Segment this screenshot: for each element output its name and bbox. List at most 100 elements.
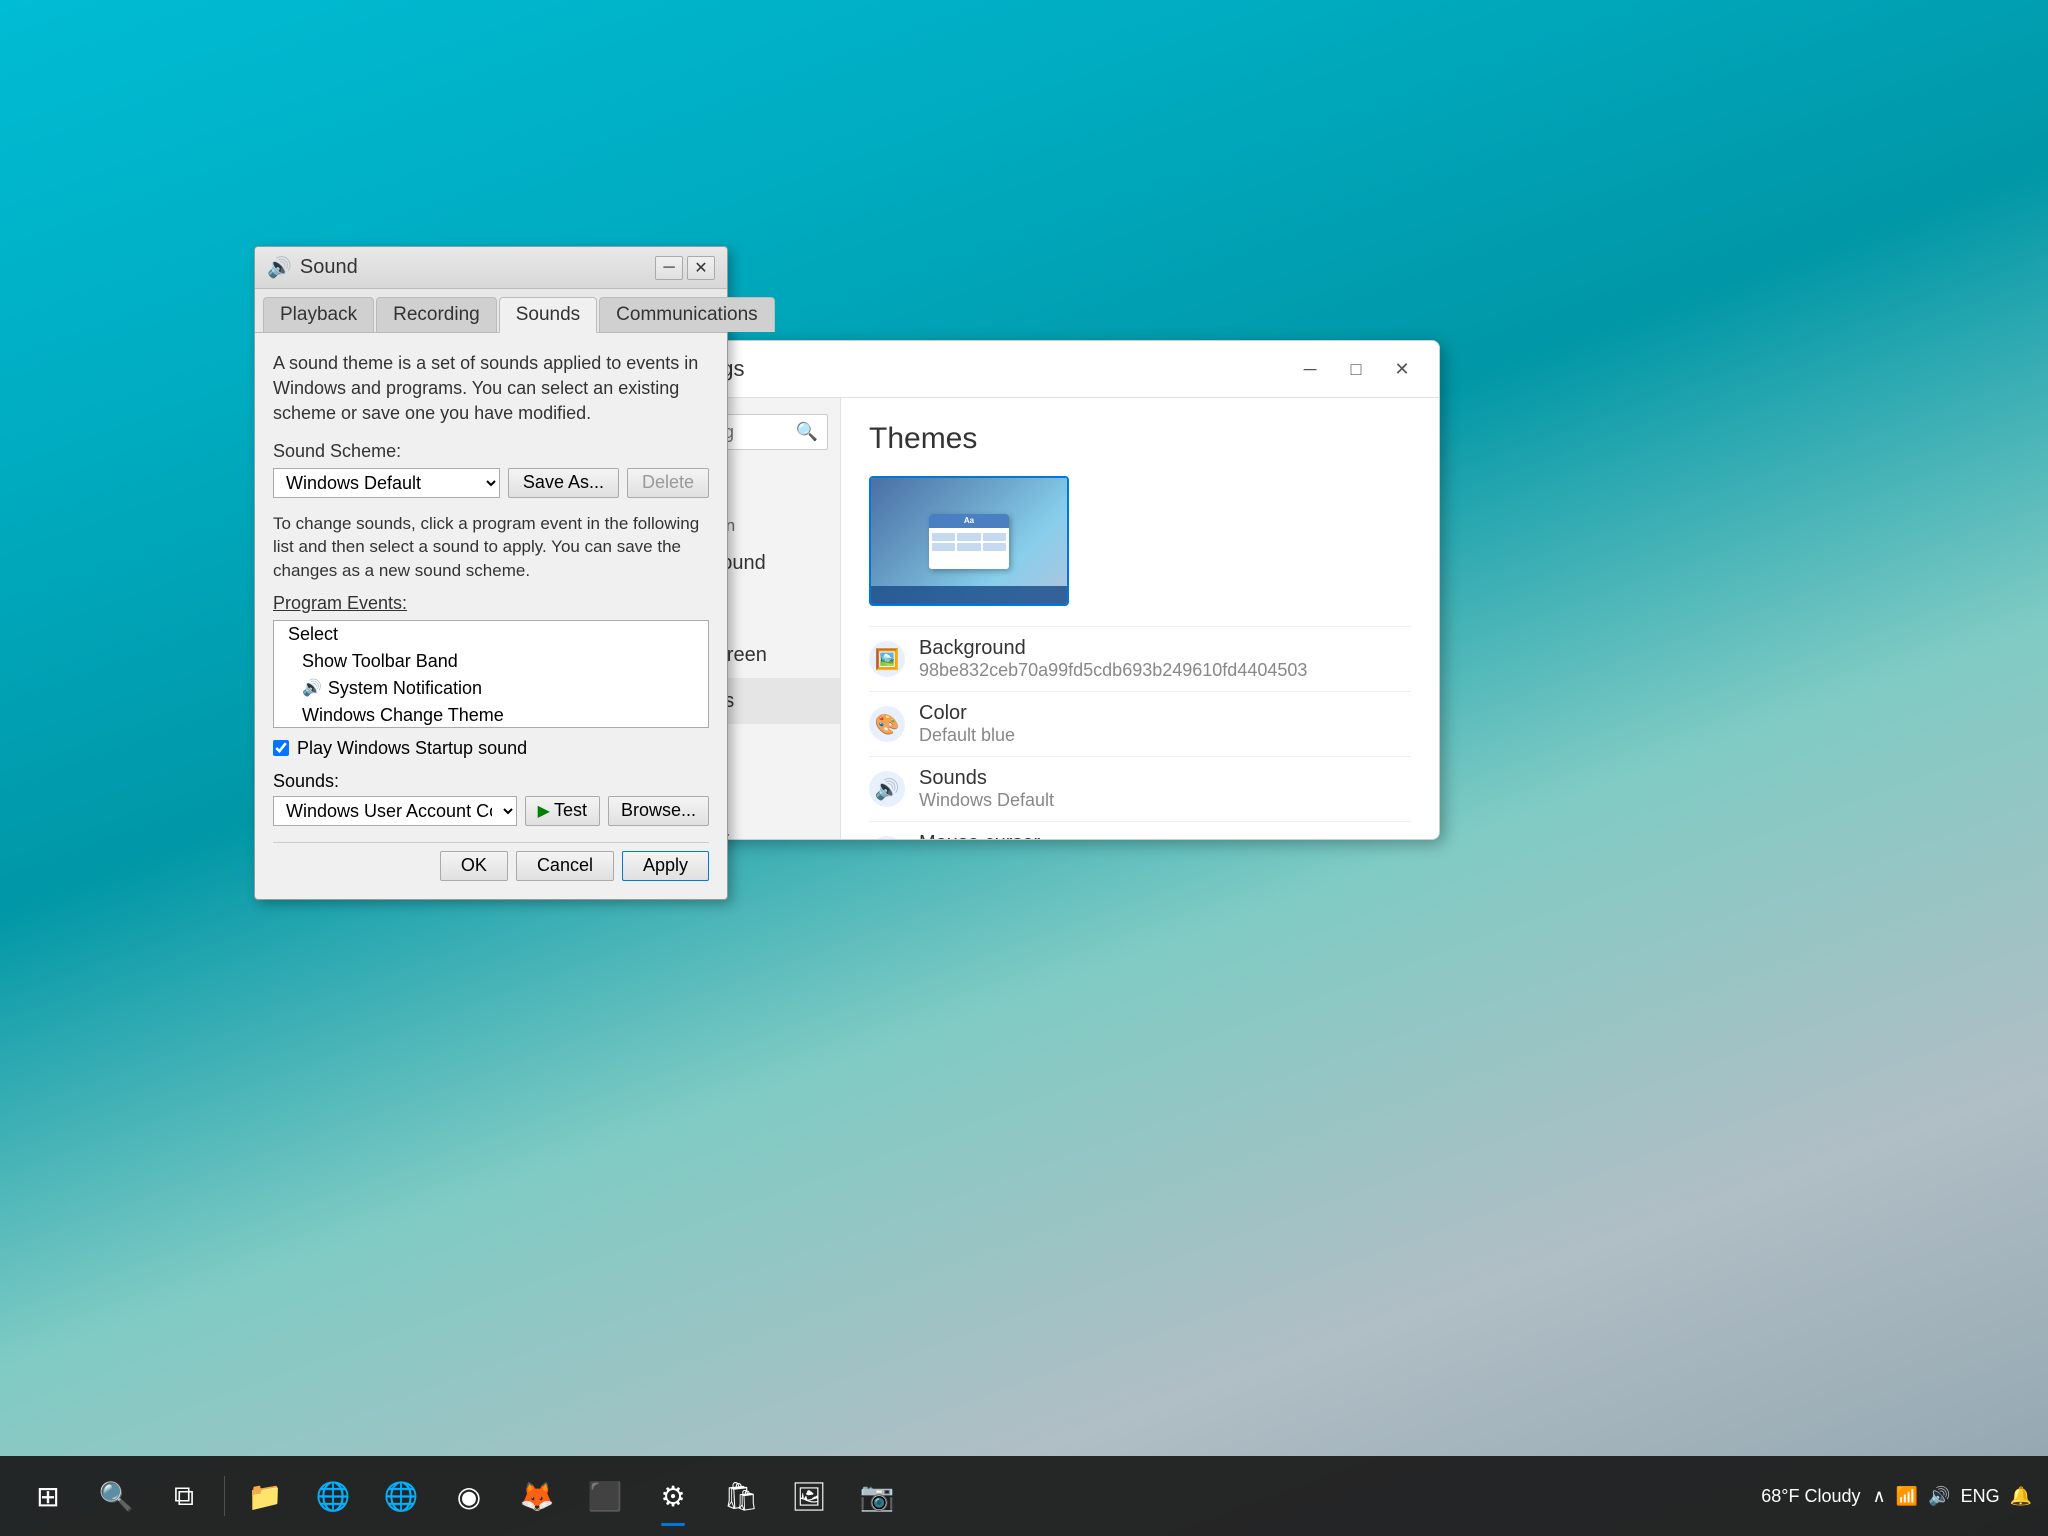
browse-button[interactable]: Browse... xyxy=(608,796,709,826)
tab-playback[interactable]: Playback xyxy=(263,297,374,332)
search-icon: 🔍 xyxy=(796,422,818,443)
tray-chevron[interactable]: ∧ xyxy=(1873,1486,1886,1507)
background-text: Background 98be832ceb70a99fd5cdb693b2496… xyxy=(919,637,1411,681)
event-label-change-theme: Windows Change Theme xyxy=(302,705,504,726)
tray-volume[interactable]: 🔊 xyxy=(1928,1486,1950,1507)
theme-preview-grid xyxy=(932,533,1006,551)
taskbar-camera[interactable]: 📷 xyxy=(845,1464,909,1528)
program-events-label: Program Events: xyxy=(273,593,709,614)
sounds-row: Windows User Account Control... ▶ Test B… xyxy=(273,796,709,826)
tab-sounds[interactable]: Sounds xyxy=(499,297,597,333)
taskbar-terminal[interactable]: ⬛ xyxy=(573,1464,637,1528)
background-customize-icon: 🖼️ xyxy=(869,641,905,677)
sounds-value: Windows Default xyxy=(919,790,1411,811)
mouse-cursor-text: Mouse cursor Windows Aero xyxy=(919,832,1411,839)
taskbar-ie[interactable]: 🌐 xyxy=(369,1464,433,1528)
grid-cell-2 xyxy=(957,533,980,541)
theme-preview-inner: Aa xyxy=(871,478,1067,604)
settings-win-controls: ─ □ ✕ xyxy=(1287,351,1425,387)
color-value: Default blue xyxy=(919,725,1411,746)
taskbar-start-button[interactable]: ⊞ xyxy=(16,1464,80,1528)
tray-notification[interactable]: 🔔 xyxy=(2010,1486,2032,1507)
sound-dialog-tabs: Playback Recording Sounds Communications xyxy=(255,289,727,333)
settings-minimize[interactable]: ─ xyxy=(1287,351,1333,387)
customize-sounds[interactable]: 🔊 Sounds Windows Default xyxy=(869,756,1411,821)
event-system-notification[interactable]: 🔊 System Notification xyxy=(274,675,708,702)
taskbar-edge[interactable]: 🌐 xyxy=(301,1464,365,1528)
color-label: Color xyxy=(919,702,1411,725)
grid-cell-3 xyxy=(983,533,1006,541)
sound-title-icon: 🔊 xyxy=(267,255,292,280)
apply-button[interactable]: Apply xyxy=(622,851,709,881)
play-startup-label[interactable]: Play Windows Startup sound xyxy=(297,738,527,759)
sound-dialog-content: A sound theme is a set of sounds applied… xyxy=(255,333,727,899)
settings-maximize[interactable]: □ xyxy=(1333,351,1379,387)
taskbar-task-view[interactable]: ⧉ xyxy=(152,1464,216,1528)
sounds-select[interactable]: Windows User Account Control... xyxy=(273,796,517,826)
customize-background[interactable]: 🖼️ Background 98be832ceb70a99fd5cdb693b2… xyxy=(869,626,1411,691)
theme-preview-win-body xyxy=(929,528,1009,569)
play-startup-checkbox[interactable] xyxy=(273,740,289,756)
mouse-cursor-label: Mouse cursor xyxy=(919,832,1411,839)
play-icon: ▶ xyxy=(538,801,550,821)
taskbar-search[interactable]: 🔍 xyxy=(84,1464,148,1528)
page-title: Themes xyxy=(869,422,1411,456)
grid-cell-6 xyxy=(983,543,1006,551)
background-label: Background xyxy=(919,637,1411,660)
taskbar-firefox[interactable]: 🦊 xyxy=(505,1464,569,1528)
save-as-button[interactable]: Save As... xyxy=(508,468,619,498)
sounds-customize-icon: 🔊 xyxy=(869,771,905,807)
customize-color[interactable]: 🎨 Color Default blue xyxy=(869,691,1411,756)
test-button[interactable]: ▶ Test xyxy=(525,796,600,826)
event-label-sys-notification: System Notification xyxy=(328,678,482,699)
taskbar-store[interactable]: 🛍 xyxy=(709,1464,773,1528)
taskbar: ⊞ 🔍 ⧉ 📁 🌐 🌐 ◉ 🦊 ⬛ ⚙ 🛍 🖼 📷 68°F Cloudy ∧ … xyxy=(0,1456,2048,1536)
settings-close[interactable]: ✕ xyxy=(1379,351,1425,387)
tray-weather[interactable]: 68°F Cloudy xyxy=(1761,1486,1860,1507)
tab-recording[interactable]: Recording xyxy=(376,297,497,332)
taskbar-settings[interactable]: ⚙ xyxy=(641,1464,705,1528)
customize-mouse-cursor[interactable]: ↖ Mouse cursor Windows Aero xyxy=(869,821,1411,839)
tray-lang[interactable]: ENG xyxy=(1961,1486,2000,1507)
sound-scheme-select[interactable]: Windows Default xyxy=(273,468,500,498)
theme-preview-win-title: Aa xyxy=(929,514,1009,528)
sounds-select-wrapper: Windows User Account Control... xyxy=(273,796,517,826)
sound-dialog-controls: ─ ✕ xyxy=(655,256,715,280)
desktop: 🔊 Sound ─ ✕ Playback Recording Sounds Co… xyxy=(0,0,2048,1456)
delete-button[interactable]: Delete xyxy=(627,468,709,498)
sounds-label: Sounds xyxy=(919,767,1411,790)
sound-scheme-row: Windows Default Save As... Delete xyxy=(273,468,709,498)
color-customize-icon: 🎨 xyxy=(869,706,905,742)
event-show-toolbar[interactable]: Show Toolbar Band xyxy=(274,648,708,675)
event-label-select: Select xyxy=(288,624,338,645)
taskbar-tray: 68°F Cloudy ∧ 📶 🔊 ENG 🔔 xyxy=(1761,1486,2032,1507)
sound-dialog-titlebar: 🔊 Sound ─ ✕ xyxy=(255,247,727,289)
program-events-list[interactable]: Select Show Toolbar Band 🔊 System Notifi… xyxy=(273,620,709,728)
sound-description: A sound theme is a set of sounds applied… xyxy=(273,351,709,427)
grid-cell-1 xyxy=(932,533,955,541)
ok-button[interactable]: OK xyxy=(440,851,508,881)
cancel-button[interactable]: Cancel xyxy=(516,851,614,881)
sound-dialog-close[interactable]: ✕ xyxy=(687,256,715,280)
theme-preview[interactable]: Aa xyxy=(869,476,1069,606)
event-windows-change-theme[interactable]: Windows Change Theme xyxy=(274,702,708,728)
dialog-footer: OK Cancel Apply xyxy=(273,842,709,881)
theme-preview-window: Aa xyxy=(929,514,1009,569)
event-select[interactable]: Select xyxy=(274,621,708,648)
sound-dialog-title: 🔊 Sound xyxy=(267,255,358,280)
sound-dialog-minimize[interactable]: ─ xyxy=(655,256,683,280)
play-startup-row: Play Windows Startup sound xyxy=(273,738,709,759)
grid-cell-5 xyxy=(957,543,980,551)
sounds-text: Sounds Windows Default xyxy=(919,767,1411,811)
sound-hint: To change sounds, click a program event … xyxy=(273,512,709,583)
taskbar-photos[interactable]: 🖼 xyxy=(777,1464,841,1528)
tab-communications[interactable]: Communications xyxy=(599,297,775,332)
sounds-section-label: Sounds: xyxy=(273,771,709,792)
taskbar-separator-1 xyxy=(224,1476,225,1516)
tray-network[interactable]: 📶 xyxy=(1896,1486,1918,1507)
event-label-show-toolbar: Show Toolbar Band xyxy=(302,651,458,672)
color-text: Color Default blue xyxy=(919,702,1411,746)
taskbar-file-explorer[interactable]: 📁 xyxy=(233,1464,297,1528)
sound-title-text: Sound xyxy=(300,256,358,279)
taskbar-chrome[interactable]: ◉ xyxy=(437,1464,501,1528)
